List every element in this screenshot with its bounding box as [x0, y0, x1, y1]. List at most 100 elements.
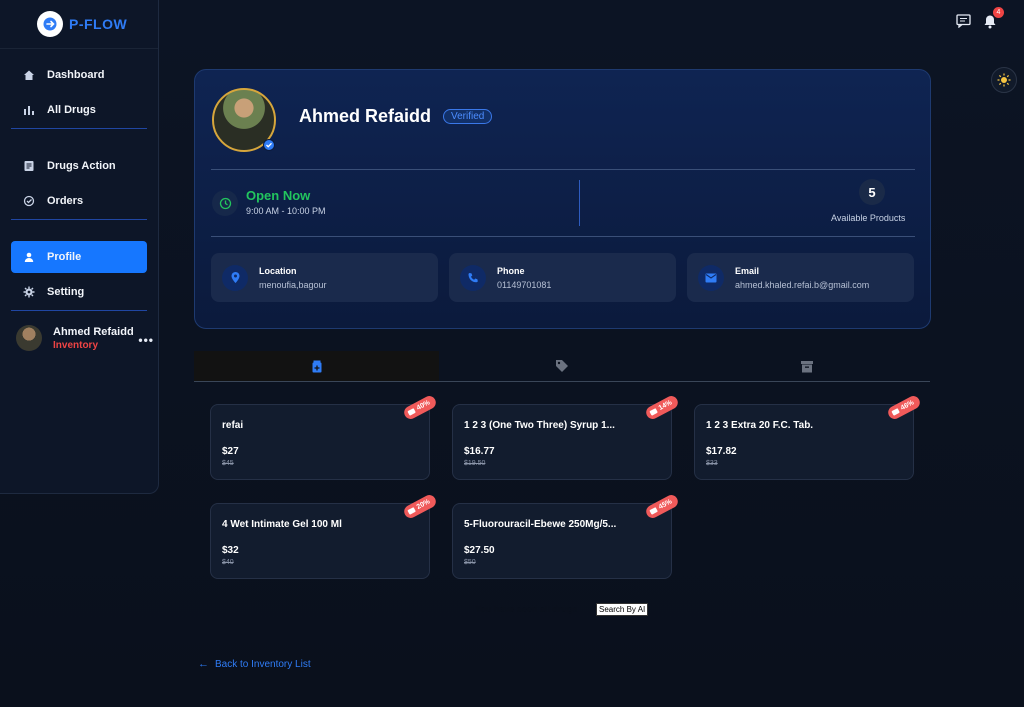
divider	[11, 219, 147, 220]
chat-icon[interactable]	[954, 12, 972, 30]
person-icon	[22, 250, 36, 264]
product-name: 1 2 3 (One Two Three) Syrup 1...	[464, 420, 615, 431]
search-by-ai-button[interactable]: Search By AI	[596, 603, 649, 616]
email-icon	[698, 264, 724, 291]
tag-icon	[407, 408, 416, 416]
discount-value: 20%	[415, 498, 432, 512]
tag-icon	[407, 507, 416, 515]
tag-icon	[555, 360, 568, 372]
tag-icon	[649, 408, 658, 416]
product-card[interactable]: 1 2 3 (One Two Three) Syrup 1... $16.77 …	[452, 393, 681, 480]
product-card[interactable]: 5-Fluorouracil-Ebewe 250Mg/5... $27.50 $…	[452, 492, 681, 579]
product-name: 1 2 3 Extra 20 F.C. Tab.	[706, 420, 814, 431]
sidebar-item-dashboard[interactable]: Dashboard	[11, 59, 147, 91]
brand-logo-icon	[37, 11, 63, 37]
notifications-bell-icon[interactable]: 4	[981, 7, 1004, 30]
tab-offers[interactable]	[439, 351, 684, 381]
theme-toggle[interactable]	[991, 67, 1017, 93]
location-value: menoufia,bagour	[259, 279, 327, 290]
location-box: Location menoufia,bagour	[211, 253, 438, 302]
back-link-label: Back to Inventory List	[215, 658, 311, 670]
status-hours: 9:00 AM - 10:00 PM	[246, 206, 326, 216]
back-to-inventory-link[interactable]: ← Back to Inventory List	[198, 658, 311, 670]
brand[interactable]: P-FLOW	[0, 0, 158, 49]
product-old-price: $19.50	[464, 460, 486, 467]
sidebar-item-profile[interactable]: Profile	[11, 241, 147, 273]
sun-icon	[997, 73, 1011, 87]
product-old-price: $50	[464, 559, 476, 566]
product-count-label: Available Products	[831, 213, 906, 223]
bar-chart-icon	[22, 103, 36, 117]
product-old-price: $40	[222, 559, 234, 566]
discount-value: 14%	[657, 399, 674, 413]
archive-icon	[801, 360, 814, 372]
gear-icon	[22, 285, 36, 299]
product-card[interactable]: 4 Wet Intimate Gel 100 Ml $32 $40 20%	[210, 492, 439, 579]
home-icon	[22, 68, 36, 82]
product-name: 5-Fluorouracil-Ebewe 250Mg/5...	[464, 519, 617, 530]
divider	[11, 128, 147, 129]
status-title: Open Now	[246, 188, 311, 203]
phone-box: Phone 01149701081	[449, 253, 676, 302]
verified-badge: Verified	[443, 109, 493, 124]
phone-value[interactable]: 01149701081	[497, 280, 551, 290]
divider	[11, 310, 147, 311]
verified-check-icon	[263, 139, 275, 151]
product-card[interactable]: refai $27 $45 40%	[210, 393, 439, 480]
user-role: Inventory	[53, 339, 99, 351]
discount-badge: 46%	[885, 393, 923, 422]
email-value[interactable]: ahmed.khaled.refai.b@gmail.com	[735, 280, 869, 290]
product-price: $16.77	[464, 446, 495, 457]
sidebar-item-drugs-action[interactable]: Drugs Action	[11, 150, 147, 182]
email-box: Email ahmed.khaled.refai.b@gmail.com	[687, 253, 914, 302]
product-price: $27	[222, 446, 239, 457]
clock-check-icon	[22, 194, 36, 208]
tab-archive[interactable]	[685, 351, 930, 381]
divider	[579, 180, 580, 226]
product-price: $17.82	[706, 446, 737, 457]
sidebar: P-FLOW Dashboard All Drugs Drugs Action …	[0, 0, 159, 494]
email-label: Email	[735, 265, 760, 276]
sidebar-item-setting[interactable]: Setting	[11, 276, 147, 308]
sidebar-item-label: Drugs Action	[47, 160, 116, 172]
discount-value: 46%	[899, 399, 916, 413]
brand-name: P-FLOW	[69, 16, 128, 32]
document-icon	[22, 159, 36, 173]
product-count: 5	[859, 179, 885, 205]
location-pin-icon	[222, 264, 248, 291]
sidebar-item-label: Profile	[47, 251, 82, 263]
sidebar-item-all-drugs[interactable]: All Drugs	[11, 94, 147, 126]
sidebar-item-label: Dashboard	[47, 69, 105, 81]
avatar	[16, 325, 42, 351]
discount-badge: 45%	[643, 492, 681, 521]
tab-products[interactable]	[194, 351, 440, 381]
arrow-left-icon: ←	[198, 658, 209, 670]
sidebar-item-label: Orders	[47, 195, 84, 207]
product-name: refai	[222, 420, 244, 431]
divider	[211, 236, 915, 237]
tag-icon	[891, 408, 900, 416]
pill-box-icon	[312, 360, 322, 372]
phone-label: Phone	[497, 265, 525, 276]
profile-card: Ahmed Refaidd Verified Open Now 9:00 AM …	[194, 69, 931, 329]
phone-icon	[460, 264, 486, 291]
product-old-price: $33	[706, 460, 718, 467]
location-label: Location	[259, 265, 297, 276]
end-of-list-message: You have seen all drugs	[475, 604, 578, 614]
discount-badge: 14%	[643, 393, 681, 422]
profile-name: Ahmed Refaidd	[299, 106, 432, 126]
product-price: $32	[222, 545, 239, 556]
sidebar-item-orders[interactable]: Orders	[11, 185, 147, 217]
sidebar-user[interactable]: Ahmed Refaidd Inventory •••	[0, 325, 158, 351]
discount-value: 40%	[415, 399, 432, 413]
product-old-price: $45	[222, 460, 234, 467]
discount-badge: 20%	[401, 492, 439, 521]
more-icon[interactable]: •••	[138, 333, 154, 347]
tag-icon	[649, 507, 658, 515]
clock-icon	[212, 190, 238, 216]
notification-badge: 4	[993, 7, 1004, 18]
sidebar-item-label: All Drugs	[47, 104, 96, 116]
product-tabs	[194, 351, 930, 382]
product-price: $27.50	[464, 545, 495, 556]
product-card[interactable]: 1 2 3 Extra 20 F.C. Tab. $17.82 $33 46%	[694, 393, 923, 480]
